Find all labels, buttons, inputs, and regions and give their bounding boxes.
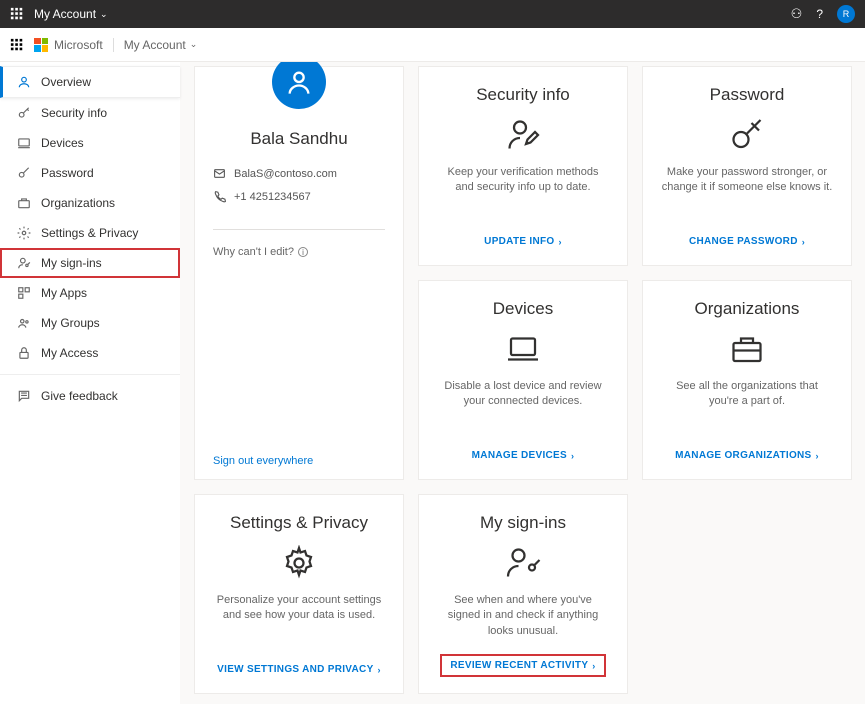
nav-label: Devices [41, 136, 84, 150]
nav-label: Settings & Privacy [41, 226, 138, 240]
key-icon [729, 117, 765, 153]
card-title: Devices [493, 299, 553, 319]
card-desc: Make your password stronger, or change i… [657, 165, 837, 196]
app-launcher-icon[interactable] [10, 7, 24, 21]
nav-organizations[interactable]: Organizations [0, 188, 180, 218]
signin-icon [17, 256, 31, 270]
nav-settings-privacy[interactable]: Settings & Privacy [0, 218, 180, 248]
card-desc: Keep your verification methods and secur… [433, 165, 613, 196]
laptop-icon [17, 136, 31, 150]
nav-label: My Access [41, 346, 98, 360]
chevron-right-icon: › [802, 237, 805, 247]
nav-label: My Groups [41, 316, 100, 330]
nav-give-feedback[interactable]: Give feedback [0, 381, 180, 411]
devices-card: Devices Disable a lost device and review… [418, 280, 628, 480]
nav-label: My Apps [41, 286, 87, 300]
chevron-right-icon: › [592, 661, 595, 671]
card-desc: See all the organizations that you're a … [657, 379, 837, 410]
account-avatar[interactable]: R [837, 5, 855, 23]
chevron-down-icon: ⌄ [100, 9, 108, 20]
briefcase-icon [729, 331, 765, 367]
laptop-icon [505, 331, 541, 367]
mail-icon [213, 167, 226, 180]
card-title: Password [710, 85, 785, 105]
update-info-link[interactable]: UPDATE INFO› [484, 236, 562, 247]
nav-password[interactable]: Password [0, 158, 180, 188]
organizations-card: Organizations See all the organizations … [642, 280, 852, 480]
card-desc: Disable a lost device and review your co… [433, 379, 613, 410]
help-icon[interactable]: ? [816, 7, 823, 21]
nav-my-groups[interactable]: My Groups [0, 308, 180, 338]
nav-devices[interactable]: Devices [0, 128, 180, 158]
gear-icon [281, 545, 317, 581]
chevron-down-icon: ⌄ [190, 39, 198, 50]
password-card: Password Make your password stronger, or… [642, 66, 852, 266]
nav-label: Give feedback [41, 389, 118, 403]
person-key-icon [505, 545, 541, 581]
microsoft-logo[interactable]: Microsoft [34, 38, 114, 52]
nav-my-access[interactable]: My Access [0, 338, 180, 368]
key-icon [17, 166, 31, 180]
topbar-title-dropdown[interactable]: My Account ⌄ [34, 7, 108, 21]
nav-my-apps[interactable]: My Apps [0, 278, 180, 308]
nav-label: My sign-ins [41, 256, 102, 270]
profile-name: Bala Sandhu [213, 129, 385, 149]
card-title: My sign-ins [480, 513, 566, 533]
nav-label: Password [41, 166, 94, 180]
group-icon [17, 316, 31, 330]
profile-card: Bala Sandhu BalaS@contoso.com +1 4251234… [194, 66, 404, 480]
gear-icon [17, 226, 31, 240]
briefcase-icon [17, 196, 31, 210]
apps-icon [17, 286, 31, 300]
chevron-right-icon: › [559, 237, 562, 247]
card-desc: Personalize your account settings and se… [209, 593, 389, 624]
nav-label: Overview [41, 75, 91, 89]
signout-everywhere-link[interactable]: Sign out everywhere [213, 455, 385, 467]
sub-header: Microsoft My Account ⌄ [0, 28, 865, 62]
manage-devices-link[interactable]: MANAGE DEVICES› [472, 450, 575, 461]
view-settings-privacy-link[interactable]: VIEW SETTINGS AND PRIVACY› [217, 664, 381, 675]
org-icon[interactable]: ⚇ [791, 6, 803, 22]
profile-email-row: BalaS@contoso.com [213, 167, 385, 180]
breadcrumb[interactable]: My Account ⌄ [124, 38, 198, 52]
app-launcher-icon[interactable] [10, 38, 24, 52]
person-edit-icon [505, 117, 541, 153]
profile-edit-hint[interactable]: Why can't I edit? i [213, 246, 385, 258]
sidebar-nav: Overview Security info Devices Password … [0, 62, 180, 704]
main-content: Bala Sandhu BalaS@contoso.com +1 4251234… [180, 62, 865, 704]
my-signins-card: My sign-ins See when and where you've si… [418, 494, 628, 694]
key-icon [17, 106, 31, 120]
topbar-title: My Account [34, 7, 96, 21]
card-title: Organizations [695, 299, 800, 319]
chevron-right-icon: › [571, 451, 574, 461]
card-desc: See when and where you've signed in and … [433, 593, 613, 639]
phone-icon [213, 190, 226, 203]
nav-label: Organizations [41, 196, 115, 210]
chevron-right-icon: › [378, 665, 381, 675]
profile-phone-row: +1 4251234567 [213, 190, 385, 203]
info-icon: i [298, 247, 308, 257]
microsoft-logo-icon [34, 38, 48, 52]
global-topbar: My Account ⌄ ⚇ ? R [0, 0, 865, 28]
security-info-card: Security info Keep your verification met… [418, 66, 628, 266]
change-password-link[interactable]: CHANGE PASSWORD› [689, 236, 805, 247]
lock-icon [17, 346, 31, 360]
review-recent-activity-link[interactable]: REVIEW RECENT ACTIVITY› [442, 656, 603, 675]
nav-label: Security info [41, 106, 107, 120]
nav-security-info[interactable]: Security info [0, 98, 180, 128]
person-icon [17, 75, 31, 89]
nav-overview[interactable]: Overview [0, 66, 180, 98]
settings-privacy-card: Settings & Privacy Personalize your acco… [194, 494, 404, 694]
profile-avatar [272, 62, 326, 109]
feedback-icon [17, 389, 31, 403]
chevron-right-icon: › [816, 451, 819, 461]
nav-my-signins[interactable]: My sign-ins [0, 248, 180, 278]
manage-organizations-link[interactable]: MANAGE ORGANIZATIONS› [675, 450, 819, 461]
card-title: Security info [476, 85, 570, 105]
card-title: Settings & Privacy [230, 513, 368, 533]
